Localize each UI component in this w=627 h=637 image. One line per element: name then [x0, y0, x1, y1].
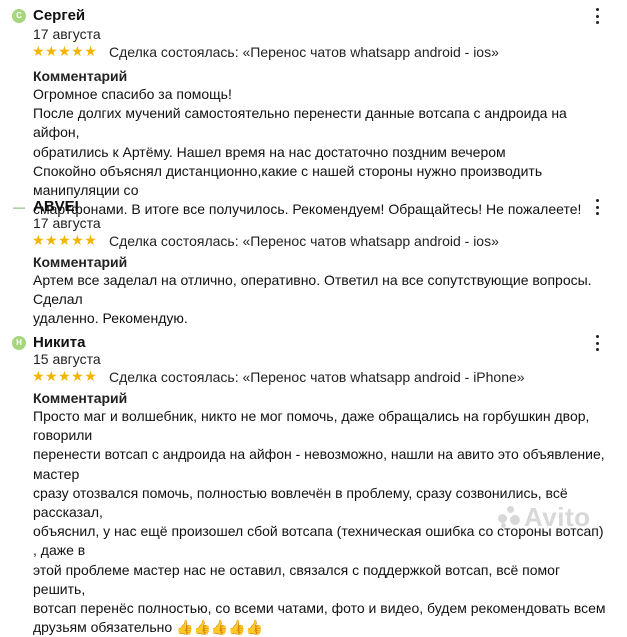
reviewer-name[interactable]: Никита — [33, 334, 85, 351]
review-card: — ABVEI 17 августа ★★★★★ Сделка состояла… — [0, 195, 627, 326]
comment-line: обратились к Артёму. Нашел время на нас … — [33, 143, 506, 160]
comment-line: этой проблеме мастер нас не оставил, свя… — [33, 561, 561, 597]
comment-line: вотсап перенёс полностью, со всеми чатам… — [33, 600, 606, 617]
review-date: 15 августа — [33, 351, 101, 367]
avatar[interactable]: — — [12, 200, 26, 214]
comment-line: удаленно. Рекомендую. — [33, 310, 188, 327]
watermark-text: Avito — [524, 502, 591, 532]
deal-status: Сделка состоялась: «Перенос чатов whatsa… — [109, 233, 499, 249]
avatar[interactable]: С — [12, 9, 26, 23]
comment-line: Просто маг и волшебник, никто не мог пом… — [33, 408, 590, 444]
comment-text: Артем все заделал на отлично, оперативно… — [33, 271, 608, 329]
avito-watermark: Avito — [498, 502, 591, 533]
comment-line: друзьям обязательно 👍👍👍👍👍 — [33, 619, 264, 636]
more-options-icon[interactable] — [593, 335, 601, 351]
rating-stars: ★★★★★ — [32, 43, 98, 59]
review-date: 17 августа — [33, 26, 101, 42]
review-date: 17 августа — [33, 215, 101, 231]
comment-title: Комментарий — [33, 68, 128, 84]
more-options-icon[interactable] — [593, 199, 601, 215]
rating-stars: ★★★★★ — [32, 232, 98, 248]
more-options-icon[interactable] — [593, 8, 601, 24]
deal-status: Сделка состоялась: «Перенос чатов whatsa… — [109, 369, 525, 385]
comment-line: После долгих мучений самостоятельно пере… — [33, 105, 567, 141]
reviewer-name[interactable]: ABVEI — [33, 198, 79, 215]
avatar[interactable]: Н — [12, 336, 26, 350]
comment-line: перенести вотсап с андроида на айфон - н… — [33, 446, 605, 482]
deal-status: Сделка состоялась: «Перенос чатов whatsa… — [109, 44, 499, 60]
rating-stars: ★★★★★ — [32, 368, 98, 384]
comment-line: Артем все заделал на отлично, оперативно… — [33, 272, 592, 308]
avito-logo-icon — [498, 506, 520, 528]
comment-title: Комментарий — [33, 254, 128, 270]
reviewer-name[interactable]: Сергей — [33, 7, 85, 24]
review-card: Н Никита 15 августа ★★★★★ Сделка состоял… — [0, 331, 627, 635]
comment-title: Комментарий — [33, 390, 128, 406]
comment-line: Огромное спасибо за помощь! — [33, 86, 232, 102]
review-card: С Сергей 17 августа ★★★★★ Сделка состоял… — [0, 4, 627, 217]
